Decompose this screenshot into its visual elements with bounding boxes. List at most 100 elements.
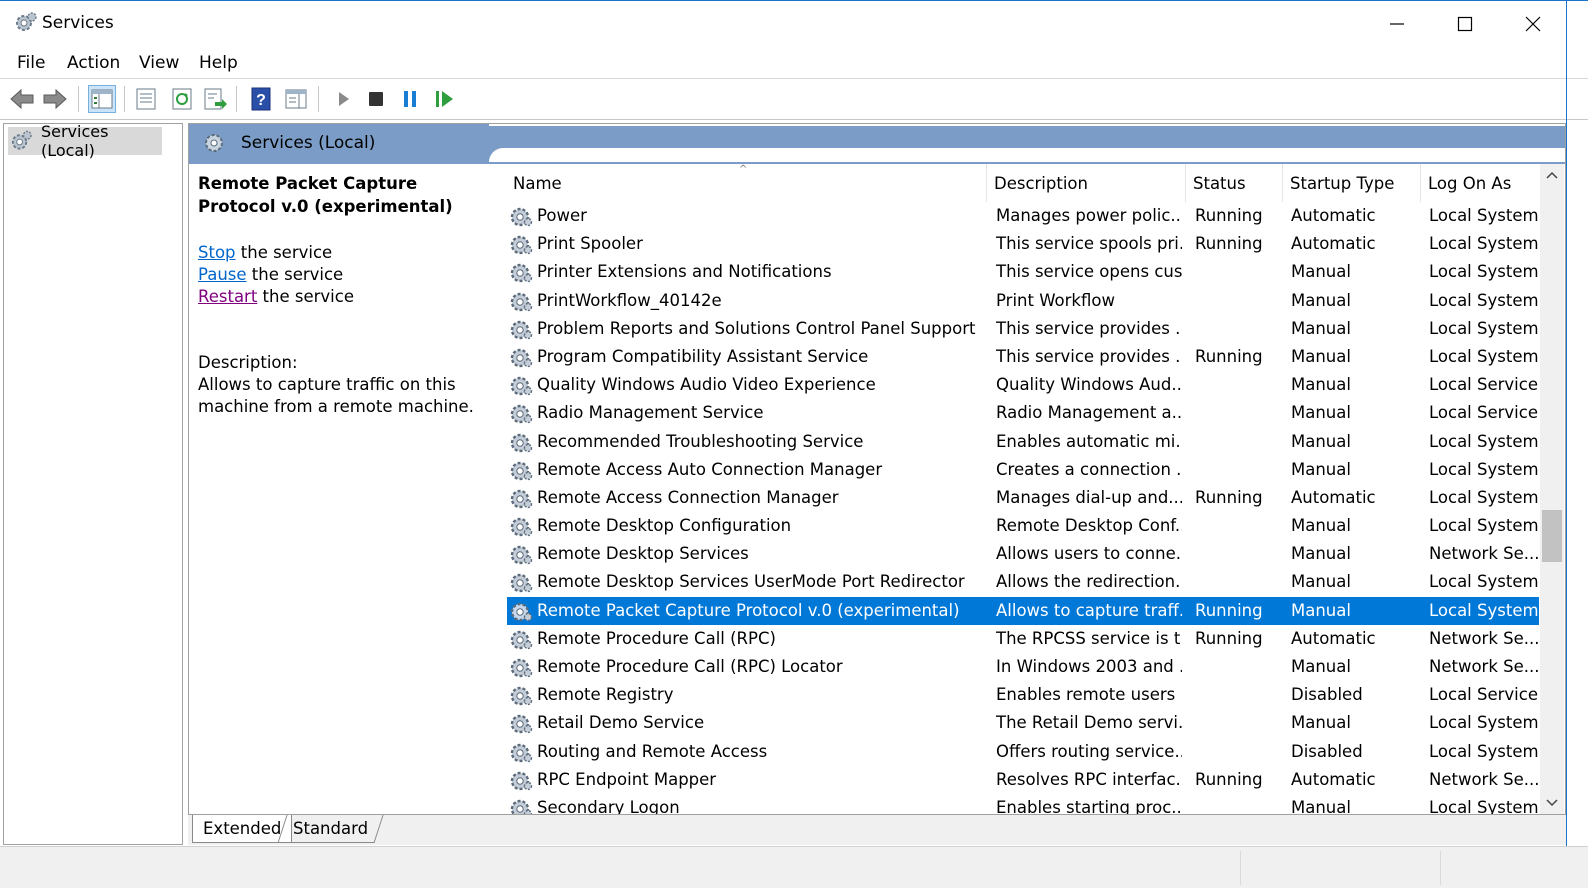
table-row[interactable]: Routing and Remote Access Offers routing … <box>507 738 1539 766</box>
table-row[interactable]: RPC Endpoint Mapper Resolves RPC interfac… <box>507 766 1539 794</box>
service-description: Enables remote users ... <box>996 685 1182 705</box>
service-name: Power <box>537 206 587 225</box>
console-tree-pane: Services (Local) <box>3 122 183 845</box>
column-header-name[interactable]: Name <box>507 164 987 202</box>
table-row[interactable]: PrintWorkflow_40142e Print Workflow Manual… <box>507 287 1539 315</box>
table-row[interactable]: Remote Packet Capture Protocol v.0 (expe… <box>507 596 1539 625</box>
table-row[interactable]: Quality Windows Audio Video Experience Qu… <box>507 371 1539 399</box>
properties-button[interactable] <box>132 85 160 113</box>
minimize-button[interactable] <box>1362 1 1432 47</box>
service-name: Remote Desktop Services UserMode Port Re… <box>537 572 965 592</box>
scrollbar-thumb[interactable] <box>1542 510 1562 562</box>
stop-service-icon <box>369 92 383 106</box>
table-row[interactable]: Remote Desktop Services Allows users to c… <box>507 540 1539 568</box>
title-bar: Services <box>0 0 1588 46</box>
table-row[interactable]: Printer Extensions and Notifications This… <box>507 258 1539 286</box>
table-row[interactable]: Program Compatibility Assistant Service T… <box>507 343 1539 371</box>
tab-extended[interactable]: Extended <box>192 815 293 843</box>
service-name: Program Compatibility Assistant Service <box>537 346 869 366</box>
back-button[interactable] <box>8 85 36 113</box>
column-header-label: Status <box>1193 173 1246 193</box>
tab-label: Extended <box>203 819 282 838</box>
service-status <box>1195 540 1283 568</box>
show-action-pane-button[interactable] <box>282 85 310 113</box>
service-startup-type: Manual <box>1291 600 1351 620</box>
scroll-up-button[interactable] <box>1540 164 1564 186</box>
service-name: Remote Packet Capture Protocol v.0 (expe… <box>537 600 960 620</box>
column-header-label: Log On As <box>1428 173 1512 193</box>
table-row[interactable]: Secondary Logon Enables starting proc... M… <box>507 794 1539 814</box>
status-bar-divider <box>1240 851 1241 885</box>
menu-view[interactable]: View <box>139 53 179 73</box>
table-row[interactable]: Remote Registry Enables remote users ... D… <box>507 681 1539 709</box>
maximize-button[interactable] <box>1430 1 1500 47</box>
service-name: Remote Procedure Call (RPC) <box>537 628 776 648</box>
table-row[interactable]: Recommended Troubleshooting Service Enabl… <box>507 428 1539 456</box>
service-status: Running <box>1195 234 1263 254</box>
chevron-up-icon <box>1546 171 1558 179</box>
table-row[interactable]: Retail Demo Service The Retail Demo servi… <box>507 709 1539 737</box>
service-description: Creates a connection ... <box>996 459 1182 479</box>
service-log-on-as: Local System <box>1429 262 1539 282</box>
column-header-label: Name <box>513 173 562 193</box>
stop-link[interactable]: Stop <box>198 243 236 262</box>
restart-link[interactable]: Restart <box>198 287 257 306</box>
table-row[interactable]: Remote Procedure Call (RPC) Locator In Wi… <box>507 653 1539 681</box>
service-gear-icon <box>510 771 533 790</box>
restart-action-text: the service <box>257 287 354 306</box>
tree-item-services-local[interactable]: Services (Local) <box>8 122 162 160</box>
toolbar-separator <box>124 86 125 112</box>
forward-arrow-icon <box>43 88 67 110</box>
menu-help[interactable]: Help <box>199 53 238 73</box>
service-gear-icon <box>510 686 533 706</box>
service-gear-icon <box>510 546 533 565</box>
column-header-description[interactable]: Description <box>988 164 1186 202</box>
forward-button[interactable] <box>41 85 69 113</box>
show-hide-console-tree-button[interactable] <box>88 85 116 113</box>
menu-file[interactable]: File <box>17 53 45 73</box>
service-startup-type: Manual <box>1291 403 1351 423</box>
toolbar-separator <box>318 86 319 112</box>
column-header-log-on-as[interactable]: Log On As <box>1422 164 1539 202</box>
table-row[interactable]: Print Spooler This service spools pri... R… <box>507 230 1539 258</box>
pause-service-button[interactable] <box>396 85 424 113</box>
pane-header-title: Services (Local) <box>241 133 376 153</box>
service-status <box>1195 399 1283 427</box>
table-row[interactable]: Remote Procedure Call (RPC) The RPCSS ser… <box>507 625 1539 653</box>
services-gear-icon <box>16 12 37 31</box>
scroll-down-button[interactable] <box>1540 792 1564 814</box>
column-header-label: Description <box>994 173 1088 193</box>
show-action-pane-icon <box>285 89 307 109</box>
table-row[interactable]: Remote Desktop Services UserMode Port Re… <box>507 568 1539 596</box>
service-startup-type: Automatic <box>1291 206 1376 225</box>
stop-service-button[interactable] <box>362 85 390 113</box>
export-list-button[interactable] <box>201 85 229 113</box>
refresh-button[interactable] <box>168 85 196 113</box>
column-header-status[interactable]: Status <box>1187 164 1283 202</box>
table-row[interactable]: Radio Management Service Radio Management… <box>507 399 1539 427</box>
tab-standard[interactable]: Standard <box>277 815 384 843</box>
service-description: Remote Desktop Conf... <box>996 516 1182 536</box>
column-header-startup-type[interactable]: Startup Type <box>1284 164 1421 202</box>
pause-action-text: the service <box>246 265 344 284</box>
table-row[interactable]: Power Manages power polic... Running Automa… <box>507 202 1539 230</box>
table-row[interactable]: Remote Access Connection Manager Manages … <box>507 484 1539 512</box>
service-status <box>1195 681 1283 709</box>
service-gear-icon <box>510 405 533 424</box>
menu-action[interactable]: Action <box>67 53 120 73</box>
restart-service-button[interactable] <box>430 85 458 113</box>
service-gear-icon <box>510 658 533 678</box>
table-row[interactable]: Remote Desktop Configuration Remote Deskt… <box>507 512 1539 540</box>
tree-item-label: Services (Local) <box>40 122 109 160</box>
pause-link[interactable]: Pause <box>198 265 247 284</box>
minimize-icon <box>1390 23 1404 25</box>
help-button[interactable]: ? <box>247 85 275 113</box>
service-name: Print Spooler <box>537 234 643 254</box>
vertical-scrollbar[interactable] <box>1540 164 1564 814</box>
start-service-button[interactable] <box>329 85 357 113</box>
table-row[interactable]: Problem Reports and Solutions Control Pa… <box>507 315 1539 343</box>
close-button[interactable] <box>1498 1 1568 47</box>
table-row[interactable]: Remote Access Auto Connection Manager Cre… <box>507 456 1539 484</box>
maximize-icon <box>1457 16 1473 32</box>
services-pane: Services (Local) Remote Packet Capture P… <box>188 123 1566 815</box>
